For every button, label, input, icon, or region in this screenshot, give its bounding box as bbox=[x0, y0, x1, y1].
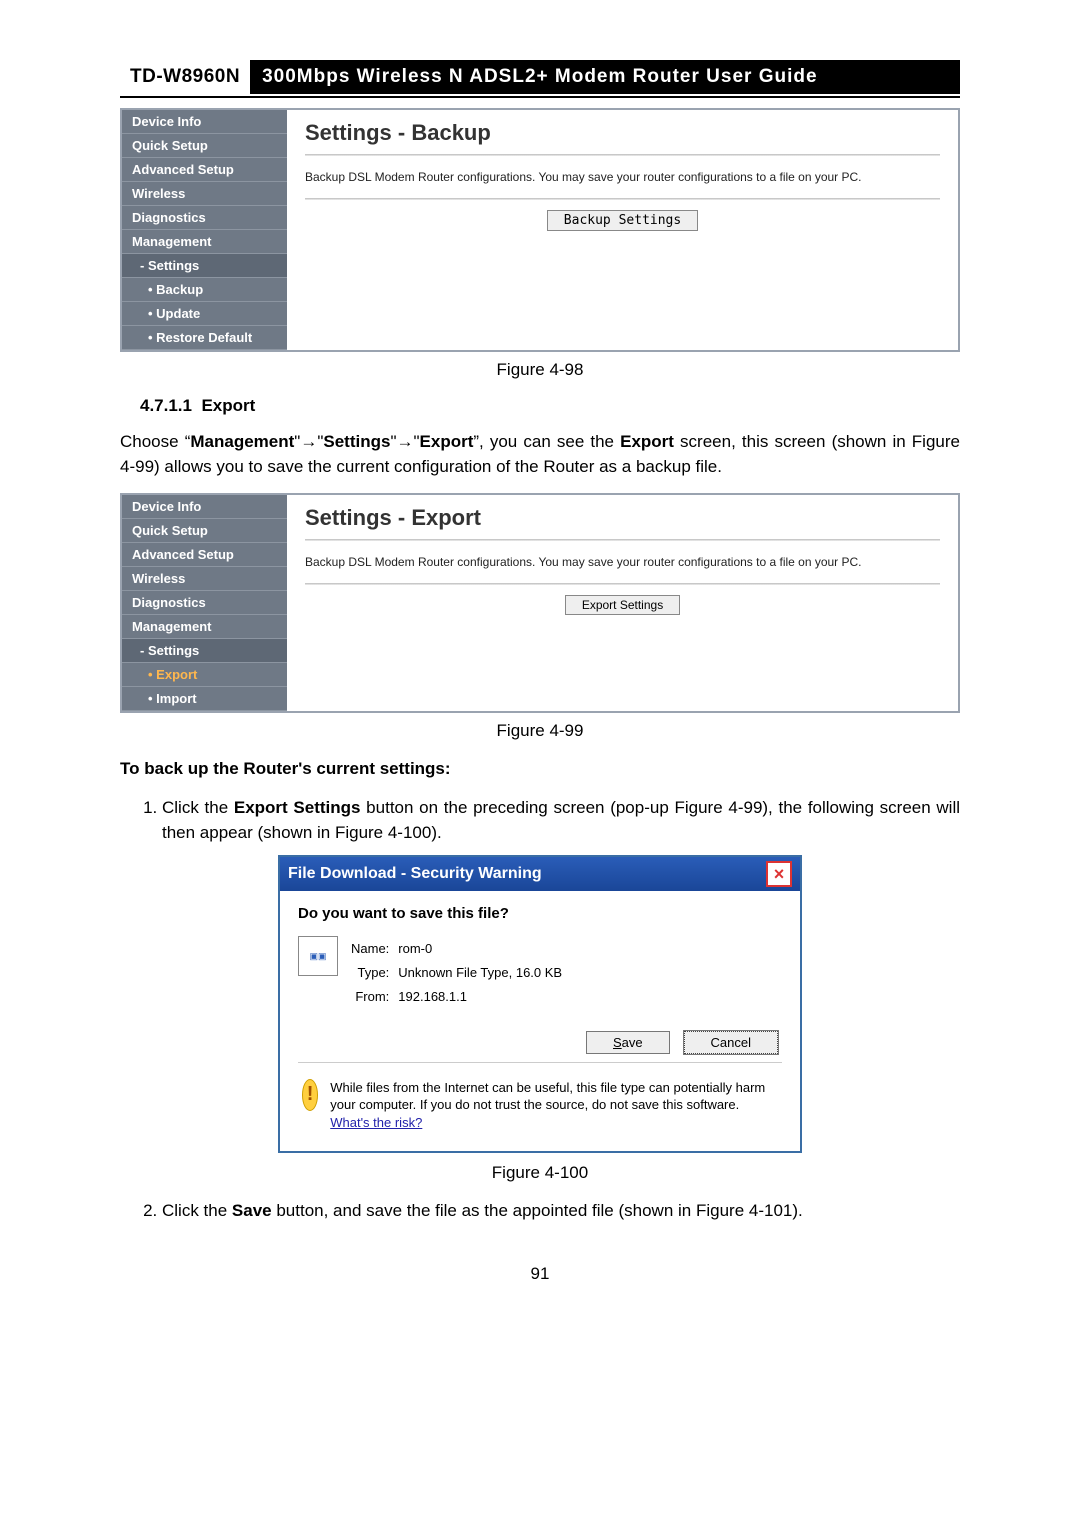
divider bbox=[305, 198, 940, 200]
router-sidebar: Device Info Quick Setup Advanced Setup W… bbox=[122, 495, 287, 711]
section-paragraph: Choose “Management"→"Settings"→"Export”,… bbox=[120, 430, 960, 479]
whats-the-risk-link[interactable]: What's the risk? bbox=[330, 1115, 422, 1130]
divider bbox=[298, 1062, 782, 1063]
file-icon: ▣▣ bbox=[298, 936, 338, 976]
warning-text: While files from the Internet can be use… bbox=[330, 1079, 778, 1132]
product-model: TD-W8960N bbox=[120, 60, 250, 94]
sidebar-item[interactable]: Advanced Setup bbox=[122, 543, 287, 567]
sidebar-item-backup[interactable]: • Backup bbox=[122, 278, 287, 302]
figure-backup: Device Info Quick Setup Advanced Setup W… bbox=[120, 108, 960, 352]
backup-steps-heading: To back up the Router's current settings… bbox=[120, 757, 960, 782]
figure-caption: Figure 4-98 bbox=[120, 360, 960, 380]
sidebar-item-settings[interactable]: - Settings bbox=[122, 254, 287, 278]
sidebar-item[interactable]: Management bbox=[122, 615, 287, 639]
sidebar-item[interactable]: Quick Setup bbox=[122, 134, 287, 158]
page-number: 91 bbox=[120, 1264, 960, 1284]
sidebar-item[interactable]: Advanced Setup bbox=[122, 158, 287, 182]
panel-desc: Backup DSL Modem Router configurations. … bbox=[305, 170, 940, 184]
panel-title: Settings - Export bbox=[305, 505, 940, 531]
save-button[interactable]: Save bbox=[586, 1031, 670, 1054]
panel-title: Settings - Backup bbox=[305, 120, 940, 146]
section-heading: 4.7.1.1 Export bbox=[140, 396, 960, 416]
sidebar-item-update[interactable]: • Update bbox=[122, 302, 287, 326]
sidebar-item[interactable]: Diagnostics bbox=[122, 206, 287, 230]
export-settings-button[interactable]: Export Settings bbox=[565, 595, 680, 615]
step-1: Click the Export Settings button on the … bbox=[162, 796, 960, 845]
sidebar-item[interactable]: Wireless bbox=[122, 182, 287, 206]
panel-desc: Backup DSL Modem Router configurations. … bbox=[305, 555, 940, 569]
sidebar-item[interactable]: Wireless bbox=[122, 567, 287, 591]
figure-export: Device Info Quick Setup Advanced Setup W… bbox=[120, 493, 960, 713]
sidebar-item-settings[interactable]: - Settings bbox=[122, 639, 287, 663]
divider bbox=[305, 539, 940, 541]
divider bbox=[305, 583, 940, 585]
guide-title: 300Mbps Wireless N ADSL2+ Modem Router U… bbox=[250, 60, 960, 94]
figure-caption: Figure 4-99 bbox=[120, 721, 960, 741]
dialog-title: File Download - Security Warning bbox=[288, 865, 542, 883]
close-icon[interactable]: × bbox=[766, 861, 792, 887]
sidebar-item[interactable]: Diagnostics bbox=[122, 591, 287, 615]
step-2: Click the Save button, and save the file… bbox=[162, 1199, 960, 1224]
warning-icon: ! bbox=[302, 1079, 318, 1111]
page-header: TD-W8960N 300Mbps Wireless N ADSL2+ Mode… bbox=[120, 60, 960, 98]
router-sidebar: Device Info Quick Setup Advanced Setup W… bbox=[122, 110, 287, 350]
sidebar-item-import[interactable]: • Import bbox=[122, 687, 287, 711]
divider bbox=[305, 154, 940, 156]
cancel-button[interactable]: Cancel bbox=[684, 1031, 778, 1054]
sidebar-item[interactable]: Device Info bbox=[122, 495, 287, 519]
file-info: Name:rom-0 Type:Unknown File Type, 16.0 … bbox=[348, 936, 565, 1010]
backup-settings-button[interactable]: Backup Settings bbox=[547, 210, 698, 231]
sidebar-item-restore[interactable]: • Restore Default bbox=[122, 326, 287, 350]
figure-caption: Figure 4-100 bbox=[120, 1163, 960, 1183]
dialog-question: Do you want to save this file? bbox=[298, 905, 782, 922]
sidebar-item-export[interactable]: • Export bbox=[122, 663, 287, 687]
sidebar-item[interactable]: Quick Setup bbox=[122, 519, 287, 543]
sidebar-item[interactable]: Management bbox=[122, 230, 287, 254]
file-download-dialog: File Download - Security Warning × Do yo… bbox=[278, 855, 802, 1153]
sidebar-item[interactable]: Device Info bbox=[122, 110, 287, 134]
